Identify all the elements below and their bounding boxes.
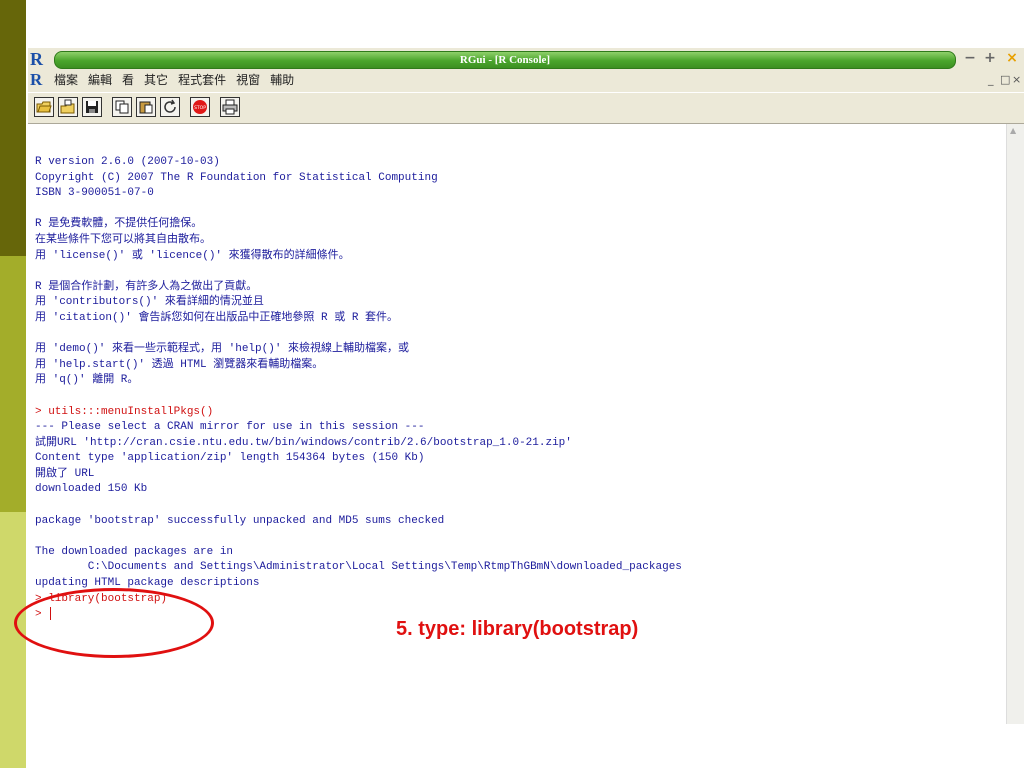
console-line-text: R 是個合作計劃，有許多人為之做出了貢獻。	[35, 280, 258, 293]
r-console-icon: R	[30, 70, 43, 89]
console-line-text: The downloaded packages are in	[35, 545, 234, 558]
stop-icon[interactable]: STOP	[190, 97, 210, 117]
console-line: > utils:::menuInstallPkgs()	[35, 405, 682, 421]
menu-item-5[interactable]: 視窗	[236, 73, 260, 87]
mdi-minimize-button[interactable]: _	[988, 73, 994, 86]
save-icon[interactable]	[82, 97, 102, 117]
console-line-text: R 是免費軟體，不提供任何擔保。	[35, 218, 203, 231]
svg-text:STOP: STOP	[194, 105, 206, 111]
console-line-text: ISBN 3-900051-07-0	[35, 187, 154, 200]
slide-stripe-dark	[0, 0, 26, 256]
minimize-button[interactable]: −	[962, 50, 978, 66]
console-line-text: 開啟了 URL	[35, 467, 95, 480]
console-line: downloaded 150 Kb	[35, 482, 682, 498]
console-line: Copyright (C) 2007 The R Foundation for …	[35, 171, 682, 187]
paste-icon[interactable]	[136, 97, 156, 117]
console-line: 用 'q()' 離開 R。	[35, 373, 682, 389]
window-title: RGui - [R Console]	[459, 54, 551, 66]
print-icon[interactable]	[220, 97, 240, 117]
console-line-text: --- Please select a CRAN mirror for use …	[35, 421, 425, 434]
console-line-text: > utils:::menuInstallPkgs()	[35, 405, 214, 418]
console-line: R 是個合作計劃，有許多人為之做出了貢獻。	[35, 280, 682, 296]
menu-item-1[interactable]: 編輯	[88, 73, 112, 87]
vertical-scrollbar[interactable]: ▲	[1006, 124, 1024, 724]
r-logo-icon: R	[30, 49, 43, 69]
console-line: R version 2.6.0 (2007-10-03)	[35, 155, 682, 171]
console-line-text: updating HTML package descriptions	[35, 577, 260, 590]
console-line: ISBN 3-900051-07-0	[35, 186, 682, 202]
console-line: --- Please select a CRAN mirror for use …	[35, 420, 682, 436]
mdi-close-button[interactable]: ×	[1012, 73, 1021, 86]
console-line: 用 'license()' 或 'licence()' 來獲得散布的詳細條件。	[35, 249, 682, 265]
menu-item-3[interactable]: 其它	[144, 73, 168, 87]
menu-bar: R 檔案 編輯看其它 程式套件 視窗 輔助 _ □ ×	[28, 70, 1024, 90]
console-line: 開啟了 URL	[35, 467, 682, 483]
console-line: The downloaded packages are in	[35, 545, 682, 561]
console-line: 用 'help.start()' 透過 HTML 瀏覽器來看輔助檔案。	[35, 358, 682, 374]
menu-item-4[interactable]: 程式套件	[178, 73, 226, 87]
console-line-text: package 'bootstrap' successfully unpacke…	[35, 514, 445, 527]
console-line-text: C:\Documents and Settings\Administrator\…	[35, 561, 682, 574]
console-line-text: 試開URL 'http://cran.csie.ntu.edu.tw/bin/w…	[35, 436, 572, 449]
console-line: Content type 'application/zip' length 15…	[35, 451, 682, 467]
console-line-text: Copyright (C) 2007 The R Foundation for …	[35, 171, 438, 184]
instruction-annotation: 5. type: library(bootstrap)	[396, 618, 639, 640]
console-line: 用 'citation()' 會告訴您如何在出版品中正確地參照 R 或 R 套件…	[35, 311, 682, 327]
console-line-text: 用 'help.start()' 透過 HTML 瀏覽器來看輔助檔案。	[35, 358, 324, 371]
mdi-restore-button[interactable]: □	[1000, 73, 1010, 86]
console-line-text: 用 'contributors()' 來看詳細的情況並且	[35, 296, 264, 309]
console-lines: R version 2.6.0 (2007-10-03) Copyright (C…	[35, 155, 682, 623]
close-button[interactable]: ×	[1004, 50, 1020, 66]
console-line: package 'bootstrap' successfully unpacke…	[35, 514, 682, 530]
console-line-text: 用 'demo()' 來看一些示範程式，用 'help()' 來檢視線上輔助檔案…	[35, 343, 410, 356]
console-line-text: R version 2.6.0 (2007-10-03)	[35, 156, 220, 168]
menu-item-0[interactable]: 檔案	[54, 73, 78, 87]
console-line-text: downloaded 150 Kb	[35, 483, 148, 496]
highlight-ellipse	[14, 588, 214, 658]
slide-stripe-light	[0, 512, 26, 768]
slide-stripe-mid	[0, 256, 26, 512]
open-script-icon[interactable]	[34, 97, 54, 117]
console-line-text: 在某些條件下您可以將其自由散布。	[35, 233, 211, 246]
toolbar: STOP	[28, 92, 1024, 124]
copy-icon[interactable]	[112, 97, 132, 117]
title-pill: RGui - [R Console]	[54, 51, 956, 69]
console-line: R 是免費軟體，不提供任何擔保。	[35, 217, 682, 233]
console-line-text: 用 'license()' 或 'licence()' 來獲得散布的詳細條件。	[35, 249, 350, 262]
console-line: 用 'demo()' 來看一些示範程式，用 'help()' 來檢視線上輔助檔案…	[35, 342, 682, 358]
scroll-up-icon[interactable]: ▲	[1010, 126, 1016, 135]
menu-item-2[interactable]: 看	[122, 73, 134, 87]
console-line: 用 'contributors()' 來看詳細的情況並且	[35, 295, 682, 311]
console-line: 在某些條件下您可以將其自由散布。	[35, 233, 682, 249]
refresh-icon[interactable]	[160, 97, 180, 117]
console-line-text: Content type 'application/zip' length 15…	[35, 452, 425, 465]
maximize-button[interactable]: +	[982, 50, 998, 66]
title-bar[interactable]: R RGui - [R Console] − + ×	[28, 48, 1024, 70]
console-line-text: 用 'citation()' 會告訴您如何在出版品中正確地參照 R 或 R 套件…	[35, 311, 399, 324]
console-line: C:\Documents and Settings\Administrator\…	[35, 560, 682, 576]
console-line-text: 用 'q()' 離開 R。	[35, 374, 139, 387]
load-workspace-icon[interactable]	[58, 97, 78, 117]
menu-items: 檔案 編輯看其它 程式套件 視窗 輔助	[54, 73, 304, 87]
console-line: 試開URL 'http://cran.csie.ntu.edu.tw/bin/w…	[35, 436, 682, 452]
menu-item-6[interactable]: 輔助	[270, 73, 294, 87]
